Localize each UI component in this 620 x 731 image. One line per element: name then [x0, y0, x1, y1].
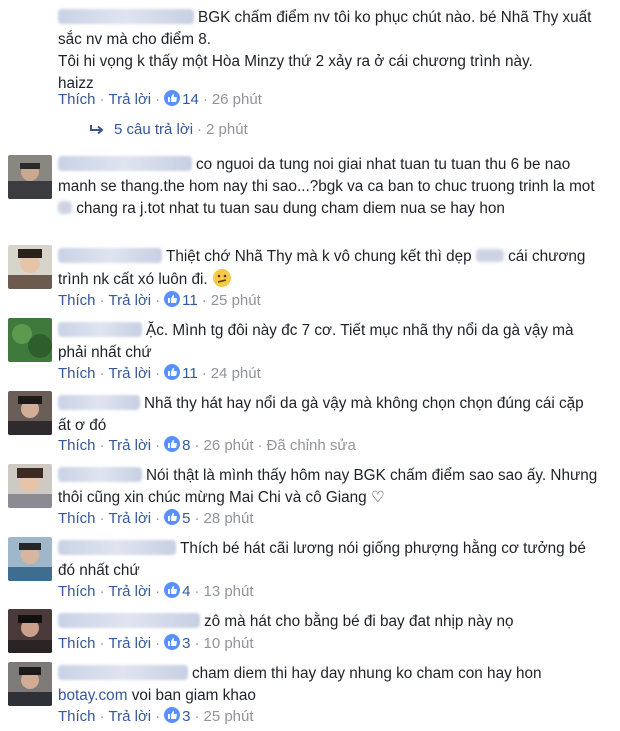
like-count-icon[interactable]	[164, 364, 181, 380]
like-count-icon[interactable]	[164, 509, 181, 525]
like-count[interactable]: 11	[182, 292, 198, 309]
commenter-name[interactable]	[58, 248, 162, 263]
replies-count-link[interactable]: 5 câu trả lời	[114, 121, 193, 138]
avatar[interactable]	[8, 609, 52, 653]
comment-text: Nhã thy hát hay nổi da gà vậy mà không c…	[58, 395, 584, 434]
like-count[interactable]: 8	[182, 437, 190, 454]
commenter-name[interactable]	[58, 613, 200, 628]
confused-face-icon	[212, 268, 232, 288]
comment-text: co nguoi da tung noi giai nhat tuan tu t…	[58, 156, 595, 217]
comment-text: Thích bé hát cãi lương nói giống phượng …	[58, 540, 586, 579]
avatar[interactable]	[8, 318, 52, 362]
like-count-icon[interactable]	[164, 634, 181, 650]
like-count-icon[interactable]	[164, 291, 181, 307]
comment-actions: Thích · Trả lời · 3 · 25 phút	[58, 707, 254, 725]
like-count[interactable]: 3	[182, 635, 190, 652]
reply-link[interactable]: Trả lời	[109, 91, 152, 108]
like-count-icon[interactable]	[164, 90, 181, 106]
commenter-name[interactable]	[58, 322, 142, 337]
timestamp[interactable]: 25 phút	[211, 292, 261, 309]
avatar[interactable]	[8, 155, 52, 199]
comment-actions: Thích · Trả lời · 14 · 26 phút	[58, 90, 262, 108]
reply-link[interactable]: Trả lời	[109, 365, 152, 382]
timestamp[interactable]: 28 phút	[203, 510, 253, 527]
like-count-icon[interactable]	[164, 582, 181, 598]
redacted-text	[475, 249, 504, 262]
redacted-text	[58, 201, 72, 214]
comment-text: Nói thật là mình thấy hôm nay BGK chấm đ…	[58, 467, 598, 506]
comment-text: cham diem thi hay day nhung ko cham con …	[58, 665, 542, 704]
comment-actions: Thích · Trả lời · 5 · 28 phút	[58, 509, 254, 527]
like-count[interactable]: 14	[182, 91, 199, 108]
avatar[interactable]	[8, 537, 52, 581]
like-count-icon[interactable]	[164, 707, 181, 723]
timestamp[interactable]: 24 phút	[211, 365, 261, 382]
like-link[interactable]: Thích	[58, 292, 96, 309]
commenter-name[interactable]	[58, 9, 194, 24]
comment-text: zô mà hát cho bằng bé đi bay đat nhịp nà…	[58, 611, 610, 633]
comment-text: Thiệt chớ Nhã Thy mà k vô chung kết thì …	[58, 248, 586, 288]
comment-actions: Thích · Trả lời · 11 · 25 phút	[58, 291, 261, 309]
like-count-icon[interactable]	[164, 436, 181, 452]
comment-actions: Thích · Trả lời · 8 · 26 phút · Đã chỉnh sửa	[58, 436, 356, 454]
reply-link[interactable]: Trả lời	[109, 510, 152, 527]
reply-arrow-icon	[90, 121, 104, 143]
like-link[interactable]: Thích	[58, 365, 96, 382]
comment-actions: Thích · Trả lời · 4 · 13 phút	[58, 582, 254, 600]
commenter-name[interactable]	[58, 665, 188, 680]
edited-label[interactable]: Đã chỉnh sửa	[267, 437, 356, 454]
reply-link[interactable]: Trả lời	[109, 635, 152, 652]
commenter-name[interactable]	[58, 467, 142, 482]
timestamp[interactable]: 13 phút	[203, 583, 253, 600]
botay-link[interactable]: botay.com	[58, 687, 127, 704]
like-count[interactable]: 3	[182, 708, 190, 725]
timestamp[interactable]: 26 phút	[212, 91, 262, 108]
timestamp[interactable]: 10 phút	[203, 635, 253, 652]
avatar[interactable]	[8, 662, 52, 706]
view-replies[interactable]: 5 câu trả lời · 2 phút	[90, 119, 248, 141]
commenter-name[interactable]	[58, 156, 192, 171]
timestamp[interactable]: 25 phút	[203, 708, 253, 725]
like-count[interactable]: 5	[182, 510, 190, 527]
like-link[interactable]: Thích	[58, 510, 96, 527]
commenter-name[interactable]	[58, 540, 176, 555]
comment-actions: Thích · Trả lời · 3 · 10 phút	[58, 634, 254, 652]
replies-time: 2 phút	[206, 121, 248, 138]
reply-link[interactable]: Trả lời	[109, 292, 152, 309]
comment-text: Ặc. Mình tg đôi này đc 7 cơ. Tiết mục nh…	[58, 322, 574, 361]
avatar[interactable]	[8, 245, 52, 289]
like-link[interactable]: Thích	[58, 437, 96, 454]
timestamp[interactable]: 26 phút	[203, 437, 253, 454]
comment-feed: BGK chấm điểm nv tôi ko phục chút nào. b…	[0, 0, 620, 731]
like-link[interactable]: Thích	[58, 708, 96, 725]
reply-link[interactable]: Trả lời	[109, 583, 152, 600]
like-count[interactable]: 11	[182, 365, 198, 382]
avatar[interactable]	[8, 391, 52, 435]
commenter-name[interactable]	[58, 395, 140, 410]
like-link[interactable]: Thích	[58, 635, 96, 652]
comment-actions: Thích · Trả lời · 11 · 24 phút	[58, 364, 261, 382]
comment-text: BGK chấm điểm nv tôi ko phục chút nào. b…	[58, 9, 592, 92]
like-link[interactable]: Thích	[58, 583, 96, 600]
reply-link[interactable]: Trả lời	[109, 708, 152, 725]
like-count[interactable]: 4	[182, 583, 190, 600]
avatar[interactable]	[8, 464, 52, 508]
reply-link[interactable]: Trả lời	[109, 437, 152, 454]
like-link[interactable]: Thích	[58, 91, 96, 108]
